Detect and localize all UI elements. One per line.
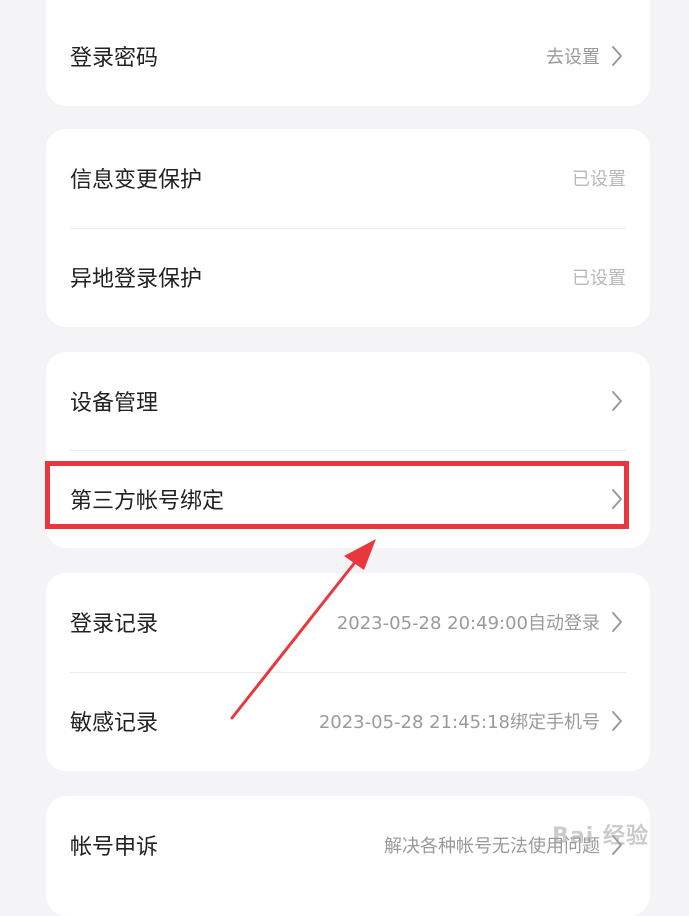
row-value: 2023-05-28 21:45:18绑定手机号	[318, 712, 600, 733]
row-value: 2023-05-28 20:49:00自动登录	[336, 613, 600, 634]
row-label: 登录记录	[70, 612, 159, 637]
chevron-right-icon	[606, 45, 628, 67]
chevron-right-icon	[606, 710, 628, 732]
row-sensitive-records[interactable]: 敏感记录 2023-05-28 21:45:18绑定手机号	[46, 672, 650, 770]
row-label: 敏感记录	[70, 711, 159, 736]
protection-card: 信息变更保护 已设置 异地登录保护 已设置	[46, 129, 650, 327]
chevron-right-icon	[606, 488, 628, 510]
row-label: 设备管理	[70, 391, 159, 416]
row-value: 已设置	[572, 169, 626, 190]
row-third-party-binding[interactable]: 第三方帐号绑定	[46, 450, 650, 548]
row-remote-login-protection[interactable]: 异地登录保护 已设置	[46, 228, 650, 326]
row-account-appeal[interactable]: 帐号申诉 解决各种帐号无法使用问题	[46, 796, 650, 894]
row-label: 登录密码	[70, 46, 159, 71]
row-value: 已设置	[572, 268, 626, 289]
records-card: 登录记录 2023-05-28 20:49:00自动登录 敏感记录 2023-0…	[46, 573, 650, 771]
row-login-password[interactable]: 登录密码 去设置	[46, 7, 650, 105]
row-label: 信息变更保护	[70, 168, 203, 193]
chevron-right-icon	[606, 611, 628, 633]
row-value: 解决各种帐号无法使用问题	[384, 836, 600, 857]
row-label: 异地登录保护	[70, 267, 203, 292]
device-card: 设备管理 第三方帐号绑定	[46, 352, 650, 548]
chevron-right-icon	[606, 834, 628, 856]
row-label: 第三方帐号绑定	[70, 489, 225, 514]
chevron-right-icon	[606, 390, 628, 412]
row-info-change-protection[interactable]: 信息变更保护 已设置	[46, 129, 650, 227]
password-card: 登录密码 去设置	[46, 0, 650, 106]
row-label: 帐号申诉	[70, 835, 159, 860]
row-login-records[interactable]: 登录记录 2023-05-28 20:49:00自动登录	[46, 573, 650, 671]
row-value: 去设置	[546, 47, 600, 68]
appeal-card: 帐号申诉 解决各种帐号无法使用问题	[46, 796, 650, 916]
row-device-management[interactable]: 设备管理	[46, 352, 650, 450]
